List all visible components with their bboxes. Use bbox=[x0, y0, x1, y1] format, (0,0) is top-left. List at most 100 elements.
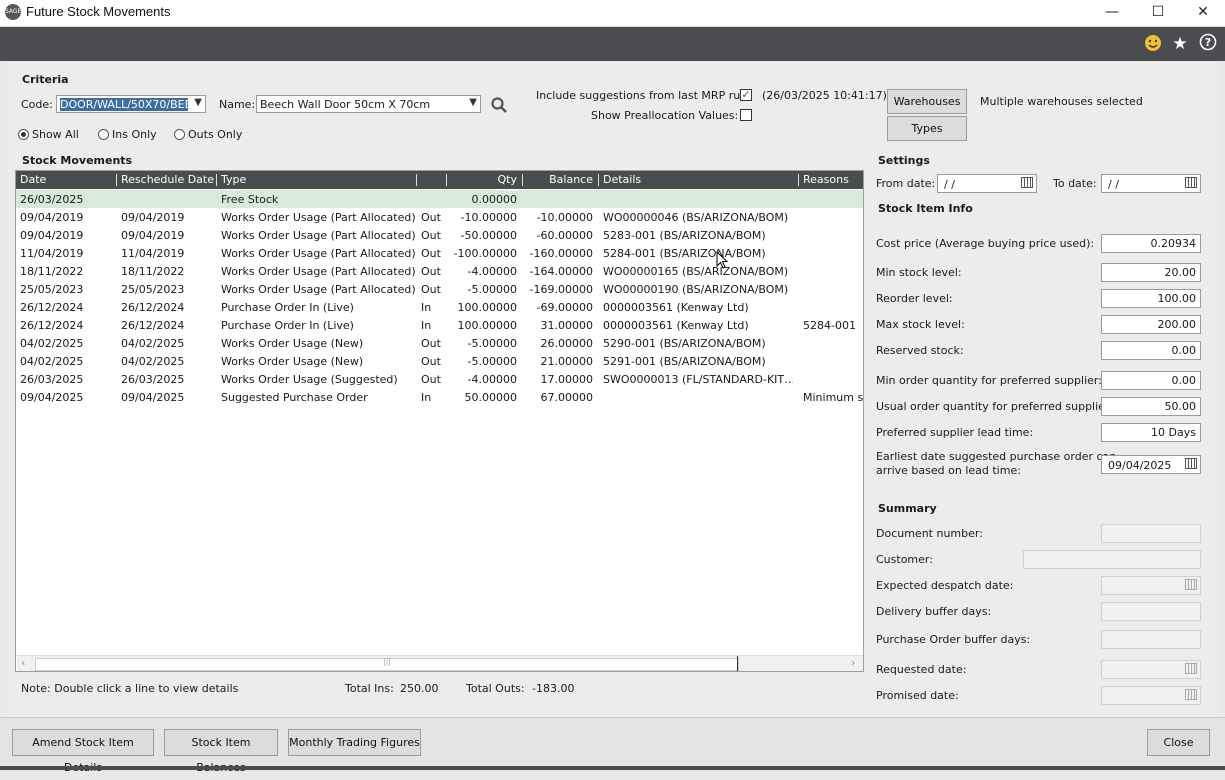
cell-balance: 31.00000 bbox=[540, 319, 594, 332]
cell-type: Works Order Usage (Part Allocated) bbox=[221, 283, 416, 296]
close-window-icon[interactable]: ✕ bbox=[1180, 0, 1225, 26]
cell-type: Works Order Usage (New) bbox=[221, 337, 364, 350]
col-details[interactable]: Details bbox=[603, 173, 641, 186]
total-outs-value: -183.00 bbox=[532, 682, 575, 695]
smiley-feedback-icon[interactable] bbox=[1142, 33, 1164, 55]
stock-info-value[interactable]: 10 Days bbox=[1101, 423, 1201, 442]
cell-type: Works Order Usage (Suggested) bbox=[221, 373, 398, 386]
types-button[interactable]: Types bbox=[887, 116, 967, 141]
table-row[interactable]: 26/12/2024 26/12/2024 Purchase Order In (L… bbox=[16, 298, 863, 316]
table-row[interactable]: 18/11/2022 18/11/2022 Works Order Usage (P… bbox=[16, 262, 863, 280]
from-date-field[interactable]: / / bbox=[937, 174, 1037, 193]
warehouses-button[interactable]: Warehouses bbox=[887, 89, 967, 114]
cell-balance: 67.00000 bbox=[540, 391, 594, 404]
radio-show-all[interactable] bbox=[18, 129, 29, 140]
cell-details: 5284-001 (BS/ARIZONA/BOM) bbox=[603, 247, 766, 260]
cell-date: 26/03/2025 bbox=[20, 373, 84, 386]
table-row[interactable]: 09/04/2019 09/04/2019 Works Order Usage (P… bbox=[16, 208, 863, 226]
amend-stock-item-button[interactable]: Amend Stock Item Details bbox=[12, 729, 154, 774]
grid-header: Date Reschedule Date Type Qty Balance De… bbox=[16, 171, 863, 189]
radio-outs-only-label[interactable]: Outs Only bbox=[188, 128, 242, 141]
window-title: Future Stock Movements bbox=[26, 4, 171, 19]
stock-info-value[interactable]: 0.20934 bbox=[1101, 234, 1201, 253]
cell-balance: 17.00000 bbox=[540, 373, 594, 386]
earliest-label-line1: Earliest date suggested purchase order c… bbox=[876, 450, 1117, 463]
favourite-star-icon[interactable]: ★ bbox=[1169, 33, 1191, 55]
stock-info-value[interactable]: 0.00 bbox=[1101, 341, 1201, 360]
cell-qty: -50.00000 bbox=[460, 229, 517, 242]
close-button[interactable]: Close bbox=[1147, 729, 1210, 756]
table-row[interactable]: 04/02/2025 04/02/2025 Works Order Usage (N… bbox=[16, 334, 863, 352]
cell-direction: Out bbox=[421, 229, 441, 242]
stock-movements-heading: Stock Movements bbox=[22, 154, 133, 167]
cell-balance: -164.00000 bbox=[529, 265, 593, 278]
name-combobox[interactable]: Beech Wall Door 50cm X 70cm ▼ bbox=[256, 95, 481, 113]
total-ins-value: 250.00 bbox=[400, 682, 439, 695]
radio-outs-only[interactable] bbox=[174, 129, 185, 140]
calendar-icon[interactable] bbox=[1185, 458, 1197, 469]
cell-type: Works Order Usage (New) bbox=[221, 355, 364, 368]
radio-show-all-label[interactable]: Show All bbox=[32, 128, 79, 141]
chevron-down-icon[interactable]: ▼ bbox=[194, 97, 202, 108]
col-date[interactable]: Date bbox=[20, 173, 46, 186]
radio-ins-only[interactable] bbox=[98, 129, 109, 140]
cell-reasons: 5284-001 bbox=[803, 319, 856, 332]
col-reasons[interactable]: Reasons bbox=[803, 173, 849, 186]
stock-item-balances-button[interactable]: Stock Item Balances bbox=[164, 729, 278, 774]
cell-direction: In bbox=[421, 319, 432, 332]
expected-despatch-label: Expected despatch date: bbox=[876, 579, 1014, 592]
maximize-icon[interactable]: ☐ bbox=[1135, 0, 1181, 26]
cell-direction: In bbox=[421, 301, 432, 314]
cell-balance: -160.00000 bbox=[529, 247, 593, 260]
table-row[interactable]: 26/03/2025 26/03/2025 Works Order Usage (S… bbox=[16, 370, 863, 388]
to-date-field[interactable]: / / bbox=[1101, 174, 1201, 193]
monthly-trading-figures-button[interactable]: Monthly Trading Figures bbox=[288, 729, 421, 756]
stock-info-value[interactable]: 200.00 bbox=[1101, 315, 1201, 334]
prealloc-checkbox[interactable] bbox=[740, 109, 752, 121]
mrp-timestamp: (26/03/2025 10:41:17) bbox=[762, 89, 887, 102]
chevron-down-icon[interactable]: ▼ bbox=[469, 97, 477, 108]
stock-info-value[interactable]: 0.00 bbox=[1101, 371, 1201, 390]
cell-balance: -69.00000 bbox=[536, 301, 593, 314]
minimize-icon[interactable]: — bbox=[1089, 0, 1135, 26]
col-balance[interactable]: Balance bbox=[527, 173, 593, 186]
stock-info-label: Reserved stock: bbox=[876, 344, 964, 357]
mrp-checkbox[interactable]: ✓ bbox=[740, 89, 752, 101]
table-row[interactable]: 09/04/2025 09/04/2025 Suggested Purchase O… bbox=[16, 388, 863, 406]
scroll-left-icon[interactable]: ‹ bbox=[21, 656, 25, 669]
table-row[interactable]: 11/04/2019 11/04/2019 Works Order Usage (P… bbox=[16, 244, 863, 262]
cell-details: 0000003561 (Kenway Ltd) bbox=[603, 319, 749, 332]
table-row[interactable]: 09/04/2019 09/04/2019 Works Order Usage (P… bbox=[16, 226, 863, 244]
col-qty[interactable]: Qty bbox=[451, 173, 517, 186]
scroll-right-icon[interactable]: › bbox=[851, 656, 855, 669]
cell-direction: Out bbox=[421, 283, 441, 296]
cell-qty: 100.00000 bbox=[457, 301, 518, 314]
name-value: Beech Wall Door 50cm X 70cm bbox=[260, 98, 431, 111]
cell-balance: -169.00000 bbox=[529, 283, 593, 296]
stock-info-label: Min order quantity for preferred supplie… bbox=[876, 374, 1102, 387]
stock-info-value[interactable]: 100.00 bbox=[1101, 289, 1201, 308]
prealloc-label: Show Preallocation Values: bbox=[591, 109, 739, 122]
calendar-icon[interactable] bbox=[1021, 177, 1033, 188]
radio-ins-only-label[interactable]: Ins Only bbox=[112, 128, 157, 141]
calendar-icon bbox=[1185, 579, 1197, 590]
stock-info-label: Cost price (Average buying price used): bbox=[876, 237, 1095, 250]
help-icon[interactable]: ? bbox=[1197, 33, 1219, 55]
total-ins-label: Total Ins: bbox=[345, 682, 394, 695]
search-icon[interactable] bbox=[490, 96, 508, 114]
table-row[interactable]: 26/03/2025 Free Stock 0.00000 bbox=[16, 190, 863, 208]
earliest-date-field[interactable]: 09/04/2025 bbox=[1101, 455, 1201, 474]
settings-heading: Settings bbox=[878, 154, 930, 167]
summary-heading: Summary bbox=[878, 502, 937, 515]
col-reschedule-date[interactable]: Reschedule Date bbox=[121, 173, 214, 186]
calendar-icon[interactable] bbox=[1185, 177, 1197, 188]
stock-info-value[interactable]: 20.00 bbox=[1101, 263, 1201, 282]
table-row[interactable]: 26/12/2024 26/12/2024 Purchase Order In (L… bbox=[16, 316, 863, 334]
col-type[interactable]: Type bbox=[221, 173, 246, 186]
stock-movements-grid[interactable]: Date Reschedule Date Type Qty Balance De… bbox=[15, 170, 864, 672]
horizontal-scrollbar[interactable]: ‹ ||| › bbox=[17, 655, 863, 671]
code-combobox[interactable]: DOOR/WALL/50X70/BEEC ▼ bbox=[56, 95, 206, 113]
table-row[interactable]: 25/05/2023 25/05/2023 Works Order Usage (P… bbox=[16, 280, 863, 298]
table-row[interactable]: 04/02/2025 04/02/2025 Works Order Usage (N… bbox=[16, 352, 863, 370]
stock-info-value[interactable]: 50.00 bbox=[1101, 397, 1201, 416]
